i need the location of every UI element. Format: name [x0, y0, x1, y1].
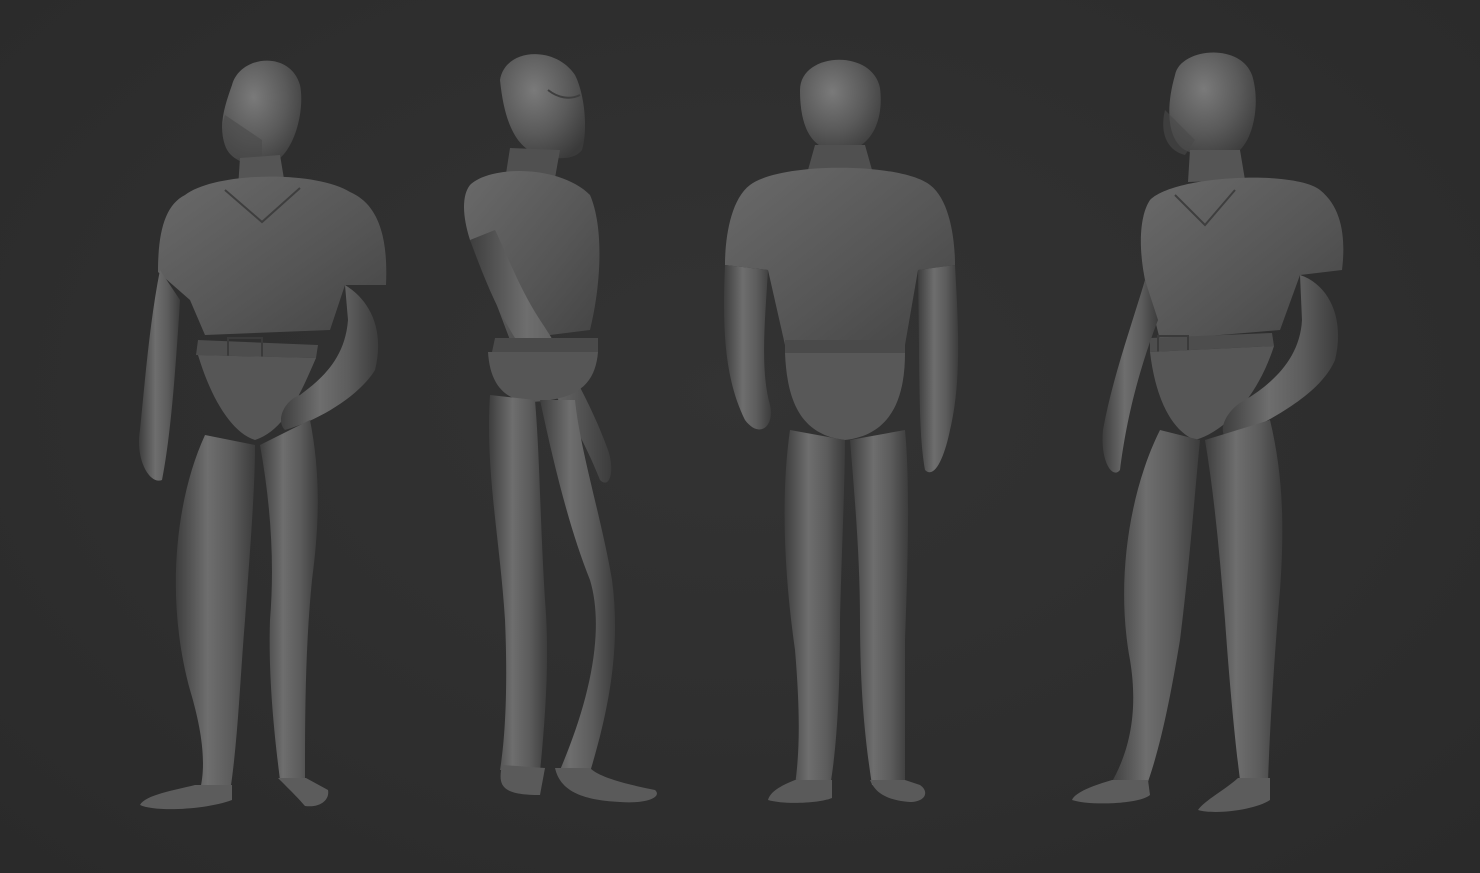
figure-front-view-alt — [1072, 52, 1344, 812]
turnaround-figures — [139, 52, 1344, 812]
sculpt-turnaround-canvas — [0, 0, 1480, 873]
figure-side-view — [464, 54, 657, 803]
figure-back-view — [724, 59, 959, 803]
figure-front-view — [139, 60, 387, 810]
